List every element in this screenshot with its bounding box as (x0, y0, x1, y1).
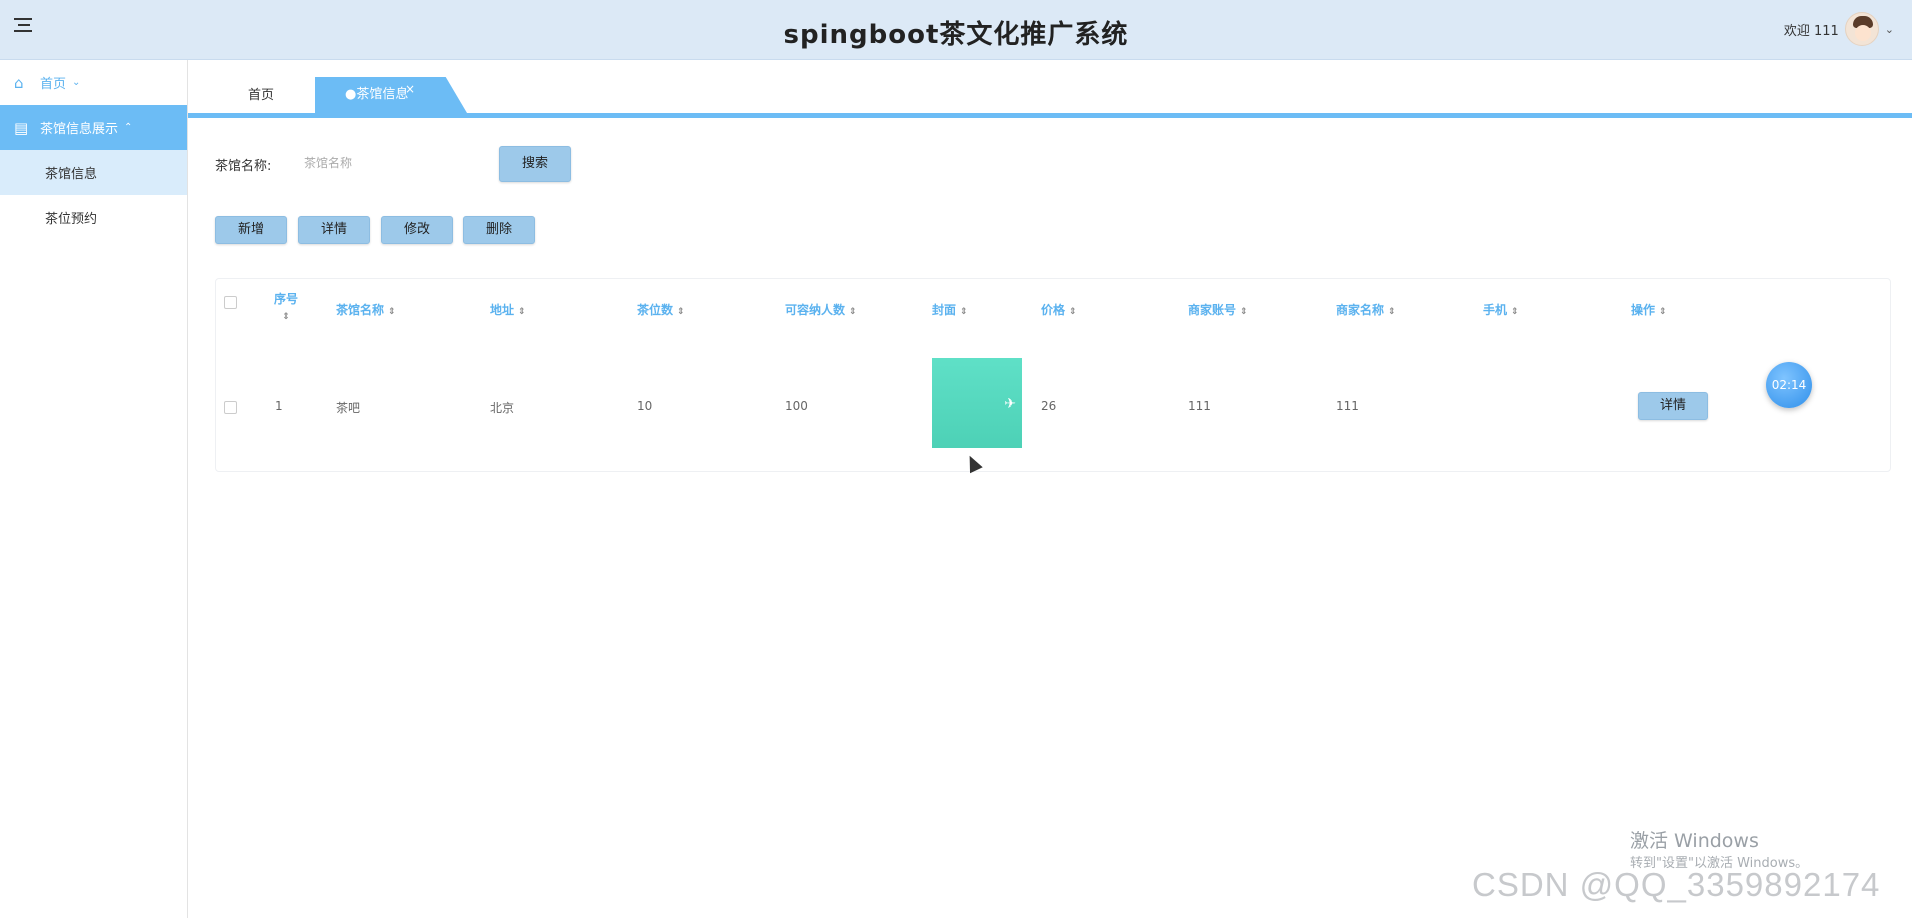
column-header-phone[interactable]: 手机 ⇕ (1483, 301, 1519, 318)
sort-icon[interactable]: ⇕ (1069, 307, 1077, 317)
sort-icon[interactable]: ⇕ (1388, 307, 1396, 317)
tab-underline (188, 113, 1912, 118)
windows-activation-title: 激活 Windows (1630, 830, 1759, 852)
cell-seats: 10 (637, 399, 653, 413)
column-header-label: 可容纳人数 (785, 303, 846, 317)
tab-bar: 首页 ●茶馆信息 × (188, 60, 1912, 118)
sort-icon[interactable]: ⇕ (1511, 307, 1519, 317)
column-header-label: 封面 (932, 303, 957, 317)
tab-home[interactable]: 首页 (248, 84, 274, 103)
chevron-down-icon: ⌄ (72, 77, 81, 88)
column-header-price[interactable]: 价格 ⇕ (1041, 301, 1077, 318)
chevron-up-icon: ⌃ (124, 122, 133, 133)
data-table: 序号 ⇕ 茶馆名称 ⇕ 地址 ⇕ 茶位数 ⇕ 可容纳人数 ⇕ 封面 ⇕ 价格 ⇕ 商家账号 ⇕… (215, 278, 1891, 472)
sidebar: ⌂ 首页 ⌄ ▤ 茶馆信息展示 ⌃ 茶馆信息 茶位预约 (0, 60, 188, 918)
sort-icon[interactable]: ⇕ (518, 307, 526, 317)
column-header-label: 商家名称 (1336, 303, 1385, 317)
sidebar-item-label: 首页 (40, 77, 67, 92)
archive-icon: ▤ (14, 118, 29, 137)
column-header-label: 序号 (274, 292, 299, 306)
column-header-name[interactable]: 茶馆名称 ⇕ (336, 301, 396, 318)
chevron-down-icon[interactable]: ⌄ (1885, 23, 1894, 36)
column-header-label: 茶位数 (637, 303, 674, 317)
column-header-action[interactable]: 操作 ⇕ (1631, 301, 1667, 318)
cell-merchant-account: 111 (1188, 399, 1211, 413)
row-checkbox[interactable] (224, 401, 237, 414)
csdn-watermark: CSDN @QQ_3359892174 (1472, 866, 1881, 903)
column-header-address[interactable]: 地址 ⇕ (490, 301, 526, 318)
column-header-label: 价格 (1041, 303, 1066, 317)
row-detail-button[interactable]: 详情 (1638, 392, 1708, 420)
sidebar-group-label: 茶馆信息展示 (40, 122, 119, 137)
detail-button[interactable]: 详情 (298, 216, 370, 244)
add-button[interactable]: 新增 (215, 216, 287, 244)
cell-price: 26 (1041, 399, 1057, 413)
search-button[interactable]: 搜索 (499, 146, 571, 182)
column-header-label: 地址 (490, 303, 515, 317)
sort-icon[interactable]: ⇕ (677, 307, 685, 317)
column-header-cover[interactable]: 封面 ⇕ (932, 301, 968, 318)
select-all-checkbox[interactable] (224, 296, 237, 309)
tab-teahouse-info[interactable]: ●茶馆信息 × (315, 77, 467, 113)
app-title: spingboot茶文化推广系统 (783, 20, 1129, 50)
user-menu[interactable]: 欢迎 111 ⌄ (1784, 12, 1894, 46)
column-header-label: 手机 (1483, 303, 1508, 317)
airplane-icon: ✈ (1004, 396, 1016, 412)
search-label: 茶馆名称: (215, 159, 272, 174)
column-header-merchant-account[interactable]: 商家账号 ⇕ (1188, 301, 1248, 318)
sort-icon[interactable]: ⇕ (960, 307, 968, 317)
cover-image: ✈ (932, 358, 1022, 448)
column-header-seats[interactable]: 茶位数 ⇕ (637, 301, 685, 318)
column-header-label: 操作 (1631, 303, 1656, 317)
delete-button[interactable]: 删除 (463, 216, 535, 244)
cell-name: 茶吧 (336, 401, 361, 415)
sidebar-item-teahouse-info[interactable]: 茶馆信息 (0, 150, 187, 195)
top-header: spingboot茶文化推广系统 欢迎 111 ⌄ (0, 0, 1912, 60)
column-header-label: 茶馆名称 (336, 303, 385, 317)
home-icon: ⌂ (14, 73, 24, 92)
cell-address: 北京 (490, 401, 515, 415)
sort-icon[interactable]: ⇕ (282, 312, 290, 322)
sidebar-group-teahouse[interactable]: ▤ 茶馆信息展示 ⌃ (0, 105, 187, 150)
sort-icon[interactable]: ⇕ (849, 307, 857, 317)
sort-icon[interactable]: ⇕ (1659, 307, 1667, 317)
sidebar-item-home[interactable]: ⌂ 首页 ⌄ (0, 60, 187, 105)
column-header-index[interactable]: 序号 ⇕ (274, 291, 298, 325)
sidebar-item-seat-booking[interactable]: 茶位预约 (0, 195, 187, 240)
cell-capacity: 100 (785, 399, 808, 413)
sort-icon[interactable]: ⇕ (1240, 307, 1248, 317)
tab-label: ●茶馆信息 (345, 87, 409, 102)
cell-index: 1 (275, 399, 283, 413)
column-header-merchant-name[interactable]: 商家名称 ⇕ (1336, 301, 1396, 318)
timer-badge[interactable]: 02:14 (1766, 362, 1812, 408)
cell-merchant-name: 111 (1336, 399, 1359, 413)
avatar[interactable] (1844, 12, 1879, 46)
edit-button[interactable]: 修改 (381, 216, 453, 244)
sort-icon[interactable]: ⇕ (388, 307, 396, 317)
column-header-label: 商家账号 (1188, 303, 1237, 317)
welcome-text: 欢迎 111 (1783, 23, 1839, 39)
column-header-capacity[interactable]: 可容纳人数 ⇕ (785, 301, 857, 318)
search-input[interactable] (296, 148, 476, 178)
close-icon[interactable]: × (405, 77, 415, 107)
